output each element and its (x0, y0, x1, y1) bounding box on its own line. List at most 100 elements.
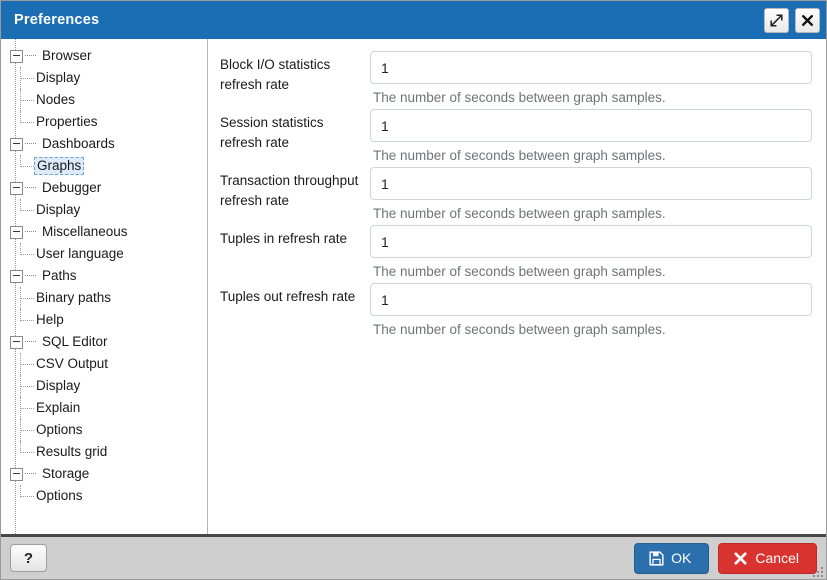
form-field-row: Tuples out refresh rate The number of sec… (220, 283, 812, 338)
page-title: Preferences (14, 12, 100, 28)
tree-item-label: Explain (36, 400, 81, 415)
close-button[interactable] (795, 7, 820, 33)
help-button[interactable]: ? (10, 544, 47, 572)
field-column: The number of seconds between graph samp… (370, 51, 812, 106)
tree-item-label: Browser (42, 48, 92, 63)
field-help-text: The number of seconds between graph samp… (373, 206, 666, 221)
tree-item-label: CSV Output (36, 356, 109, 371)
refresh-rate-input[interactable] (370, 167, 812, 200)
tree-item-label: Properties (36, 114, 98, 129)
form-field-row: Session statistics refresh rate The numbe… (220, 109, 812, 164)
tree-connector-elbow (20, 287, 34, 299)
ok-button[interactable]: OK (634, 542, 710, 574)
tree-item-csv-output[interactable]: CSV Output (1, 353, 207, 375)
tree-item-paths[interactable]: Paths (1, 265, 207, 287)
tree-connector (25, 473, 36, 475)
tree-item-options[interactable]: Options (1, 485, 207, 507)
tree-item-miscellaneous[interactable]: Miscellaneous (1, 221, 207, 243)
tree-connector-elbow (20, 353, 34, 365)
tree-item-label: Display (36, 378, 81, 393)
refresh-rate-input[interactable] (370, 51, 812, 84)
title-bar: Preferences (1, 1, 826, 39)
tree-connector-line (20, 287, 21, 309)
close-icon (801, 14, 814, 27)
form-field-row: Tuples in refresh rate The number of seco… (220, 225, 812, 280)
tree-connector-elbow (20, 309, 34, 321)
form-field-row: Block I/O statistics refresh rate The num… (220, 51, 812, 106)
preferences-dialog: Preferences Browser Display Nodes Proper… (0, 0, 827, 580)
tree-item-help[interactable]: Help (1, 309, 207, 331)
field-help-text: The number of seconds between graph samp… (373, 264, 666, 279)
refresh-rate-input[interactable] (370, 225, 812, 258)
tree-item-properties[interactable]: Properties (1, 111, 207, 133)
tree-item-label: Results grid (36, 444, 108, 459)
maximize-button[interactable] (764, 7, 789, 33)
tree-item-browser[interactable]: Browser (1, 45, 207, 67)
dialog-body: Browser Display Nodes Properties Dashboards G… (1, 39, 826, 537)
tree-connector-elbow (20, 111, 34, 123)
tree-connector-elbow (20, 485, 34, 497)
tree-item-explain[interactable]: Explain (1, 397, 207, 419)
field-label: Session statistics refresh rate (220, 115, 324, 150)
tree-connector-line (20, 89, 21, 111)
save-floppy-icon (649, 550, 664, 566)
field-label: Block I/O statistics refresh rate (220, 57, 331, 92)
tree-connector (25, 187, 36, 189)
field-column: The number of seconds between graph samp… (370, 225, 812, 280)
tree-item-display[interactable]: Display (1, 199, 207, 221)
tree-connector-elbow (20, 199, 34, 211)
tree-connector (25, 341, 36, 343)
tree-item-dashboards[interactable]: Dashboards (1, 133, 207, 155)
refresh-rate-input[interactable] (370, 109, 812, 142)
field-help-text: The number of seconds between graph samp… (373, 90, 666, 105)
tree-connector (25, 143, 36, 145)
tree-item-label: Options (36, 488, 83, 503)
tree-item-graphs[interactable]: Graphs (1, 155, 207, 177)
preferences-tree[interactable]: Browser Display Nodes Properties Dashboards G… (1, 39, 208, 534)
tree-item-options[interactable]: Options (1, 419, 207, 441)
tree-item-display[interactable]: Display (1, 67, 207, 89)
field-column: The number of seconds between graph samp… (370, 167, 812, 222)
tree-item-nodes[interactable]: Nodes (1, 89, 207, 111)
tree-item-label: User language (36, 246, 124, 261)
tree-item-display[interactable]: Display (1, 375, 207, 397)
tree-item-label: SQL Editor (42, 334, 108, 349)
tree-connector-elbow (20, 397, 34, 409)
tree-connector-line (20, 353, 21, 375)
tree-item-binary-paths[interactable]: Binary paths (1, 287, 207, 309)
tree-item-label: Debugger (42, 180, 102, 195)
tree-connector (25, 275, 36, 277)
field-label: Tuples in refresh rate (220, 231, 348, 246)
tree-item-results-grid[interactable]: Results grid (1, 441, 207, 463)
tree-item-storage[interactable]: Storage (1, 463, 207, 485)
tree-connector-line (20, 67, 21, 89)
tree-expander-minus-icon[interactable] (10, 225, 23, 239)
tree-item-user-language[interactable]: User language (1, 243, 207, 265)
close-x-icon (733, 551, 748, 566)
tree-expander-minus-icon[interactable] (10, 137, 23, 151)
field-column: The number of seconds between graph samp… (370, 109, 812, 164)
tree-expander-minus-icon[interactable] (10, 49, 23, 63)
tree-item-label: Options (36, 422, 83, 437)
dialog-footer: ? OK Cancel (1, 537, 826, 579)
tree-item-label: Graphs (34, 157, 85, 175)
tree-expander-minus-icon[interactable] (10, 181, 23, 195)
tree-item-label: Help (36, 312, 64, 327)
tree-connector-elbow (20, 441, 34, 453)
tree-item-label: Display (36, 70, 81, 85)
tree-connector-line (20, 419, 21, 441)
tree-connector-elbow (20, 419, 34, 431)
tree-item-sql-editor[interactable]: SQL Editor (1, 331, 207, 353)
expand-diagonal-icon (770, 13, 783, 27)
field-help-text: The number of seconds between graph samp… (373, 148, 666, 163)
tree-connector-elbow (20, 155, 34, 167)
tree-item-debugger[interactable]: Debugger (1, 177, 207, 199)
tree-expander-minus-icon[interactable] (10, 269, 23, 283)
tree-connector-line (20, 375, 21, 397)
refresh-rate-input[interactable] (370, 283, 812, 316)
tree-connector (25, 231, 36, 233)
tree-expander-minus-icon[interactable] (10, 335, 23, 349)
tree-expander-minus-icon[interactable] (10, 467, 23, 481)
tree-item-label: Miscellaneous (42, 224, 128, 239)
cancel-button[interactable]: Cancel (718, 542, 817, 574)
